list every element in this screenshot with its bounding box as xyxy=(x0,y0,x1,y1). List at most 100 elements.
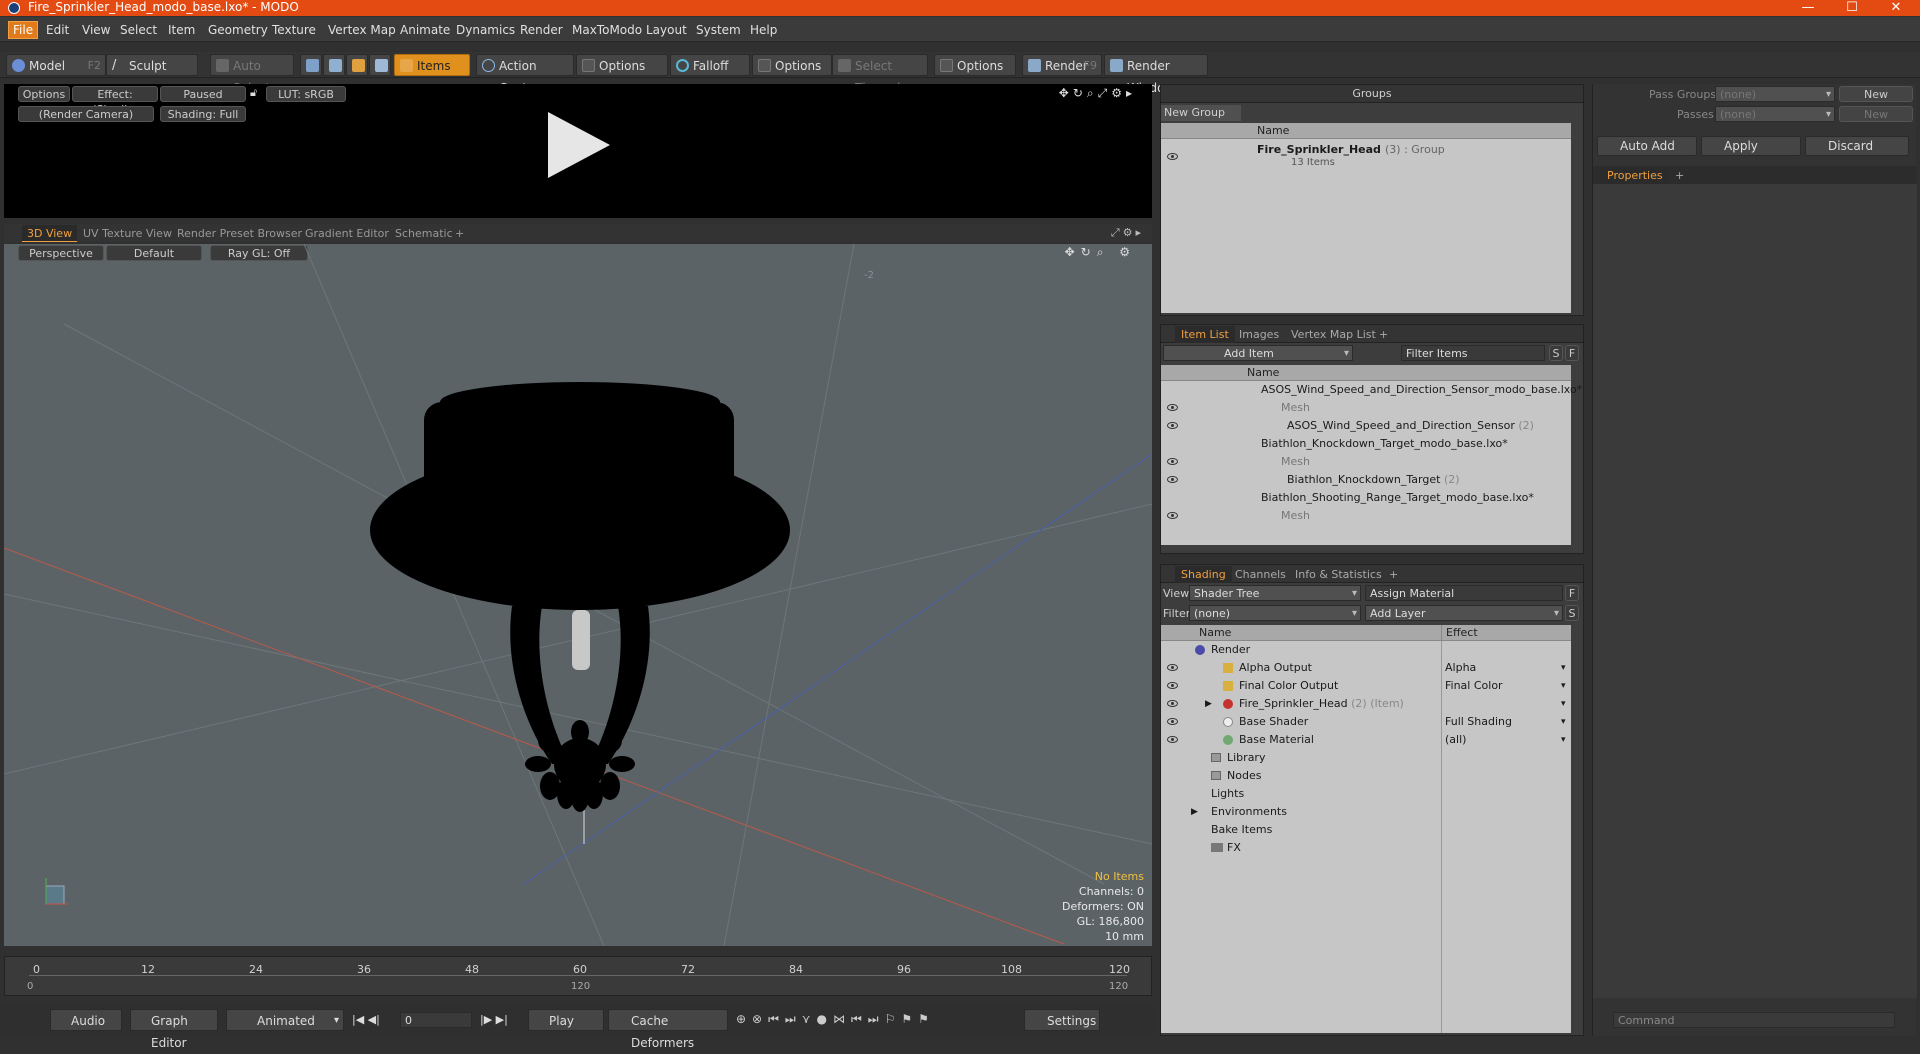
tab-properties[interactable]: Properties xyxy=(1601,167,1669,184)
list-item[interactable]: Biathlon_Shooting_Range_Target_modo_base… xyxy=(1161,489,1534,507)
vertices-mode-button[interactable] xyxy=(300,54,322,76)
list-item[interactable]: Mesh xyxy=(1161,453,1310,471)
f-button[interactable]: F xyxy=(1565,585,1579,601)
eye-icon[interactable] xyxy=(1167,664,1178,671)
lock-icon[interactable]: 🔓︎ xyxy=(250,86,262,100)
menu-view[interactable]: View xyxy=(78,21,114,39)
s-button[interactable]: S xyxy=(1565,605,1579,621)
select-through-button[interactable]: Select Through xyxy=(832,54,928,95)
eye-icon[interactable] xyxy=(1167,422,1178,429)
eye-icon[interactable] xyxy=(1167,404,1178,411)
menu-maxtomodo[interactable]: MaxToModo xyxy=(568,21,646,39)
view-dropdown[interactable]: Shader Tree xyxy=(1189,585,1361,601)
eye-icon[interactable] xyxy=(1167,682,1178,689)
materials-mode-button[interactable] xyxy=(369,54,391,76)
shader-effect[interactable]: Alpha xyxy=(1445,659,1476,677)
shader-row-library[interactable]: Library xyxy=(1161,749,1571,767)
shader-row-render[interactable]: Render xyxy=(1161,641,1571,659)
tab-images[interactable]: Images xyxy=(1233,326,1285,343)
tab-channels[interactable]: Channels xyxy=(1229,566,1292,583)
frame-input[interactable]: 0 xyxy=(400,1012,472,1028)
shader-row-nodes[interactable]: Nodes xyxy=(1161,767,1571,785)
menu-file[interactable]: File xyxy=(8,21,39,39)
menu-select[interactable]: Select xyxy=(116,21,161,39)
shader-row-lights[interactable]: Lights xyxy=(1161,785,1571,803)
action-center-button[interactable]: Action Center xyxy=(476,54,574,95)
list-item[interactable]: Biathlon_Knockdown_Target (2) xyxy=(1161,471,1460,489)
timeline[interactable]: 0 12 24 36 48 60 72 84 96 108 120 0 120 … xyxy=(4,956,1152,996)
audio-button[interactable]: Audio xyxy=(50,1009,122,1031)
s-button[interactable]: S xyxy=(1549,345,1563,361)
command-input[interactable]: Command xyxy=(1613,1012,1895,1028)
new-pass-group-button[interactable]: New xyxy=(1839,86,1913,102)
shader-row-fx[interactable]: FX xyxy=(1161,839,1571,857)
filter-dropdown[interactable]: (none) xyxy=(1189,605,1361,621)
add-item-dropdown[interactable]: Add Item xyxy=(1163,345,1353,361)
falloff-button[interactable]: Falloff xyxy=(670,54,750,76)
item-list[interactable]: Name ASOS_Wind_Speed_and_Direction_Senso… xyxy=(1161,365,1582,545)
shader-row-final-color-output[interactable]: Final Color Output Final Color ▾ xyxy=(1161,677,1571,695)
transport-next-icons[interactable]: |▶ ▶| xyxy=(480,1013,508,1026)
f-button[interactable]: F xyxy=(1565,345,1579,361)
shader-tree[interactable]: Name Effect Render Alpha Output Alpha ▾ … xyxy=(1161,625,1571,1033)
eye-icon[interactable] xyxy=(1167,476,1178,483)
groups-list[interactable]: Name Fire_Sprinkler_Head (3) : Group 13 … xyxy=(1161,123,1571,313)
eye-icon[interactable] xyxy=(1167,736,1178,743)
render-button[interactable]: Render F9 xyxy=(1022,54,1102,76)
menu-edit[interactable]: Edit xyxy=(42,21,73,39)
dropdown-arrow-icon[interactable]: ▾ xyxy=(1561,695,1566,713)
add-tab-button[interactable]: + xyxy=(1373,326,1394,343)
shader-row-alpha-output[interactable]: Alpha Output Alpha ▾ xyxy=(1161,659,1571,677)
play-preview-icon[interactable] xyxy=(544,110,614,180)
assign-material-button[interactable]: Assign Material xyxy=(1365,585,1563,601)
menu-texture[interactable]: Texture xyxy=(268,21,320,39)
tab-3d-view[interactable]: 3D View xyxy=(22,225,78,242)
menu-system[interactable]: System xyxy=(692,21,745,39)
tab-schematic[interactable]: Schematic xyxy=(390,225,458,242)
menu-item[interactable]: Item xyxy=(164,21,199,39)
expand-arrow-icon[interactable]: ▶ xyxy=(1205,695,1212,713)
tab-gradient-editor[interactable]: Gradient Editor xyxy=(300,225,394,242)
add-tab-button[interactable]: + xyxy=(1383,566,1404,583)
tab-item-list[interactable]: Item List xyxy=(1175,326,1235,343)
viewport-tab-controls-icon[interactable]: ⤢⚙▸ xyxy=(1111,226,1144,240)
auto-select-button[interactable]: Auto Select xyxy=(210,54,294,95)
menu-help[interactable]: Help xyxy=(746,21,781,39)
list-item[interactable]: Mesh xyxy=(1161,507,1310,525)
sculpt-mode-button[interactable]: / Sculpt xyxy=(106,54,198,76)
shader-effect[interactable]: Final Color xyxy=(1445,677,1503,695)
dropdown-arrow-icon[interactable]: ▾ xyxy=(1561,713,1566,731)
preview-effect-dropdown[interactable]: Effect: (Shadi... xyxy=(72,86,158,116)
falloff-options-button[interactable]: Options xyxy=(752,54,832,76)
dropdown-arrow-icon[interactable]: ▾ xyxy=(1561,677,1566,695)
eye-icon[interactable] xyxy=(1167,512,1178,519)
menu-layout[interactable]: Layout xyxy=(642,21,691,39)
eye-icon[interactable] xyxy=(1167,153,1178,160)
select-through-options-button[interactable]: Options xyxy=(934,54,1016,76)
preview-lut-dropdown[interactable]: LUT: sRGB xyxy=(266,86,346,102)
new-pass-button[interactable]: New xyxy=(1839,106,1913,122)
eye-icon[interactable] xyxy=(1167,458,1178,465)
menu-animate[interactable]: Animate xyxy=(396,21,454,39)
dropdown-arrow-icon[interactable]: ▾ xyxy=(1561,659,1566,677)
close-button[interactable]: ✕ xyxy=(1876,0,1916,16)
pass-groups-dropdown[interactable]: (none) xyxy=(1715,86,1835,102)
shader-row-base-shader[interactable]: Base Shader Full Shading ▾ xyxy=(1161,713,1571,731)
preview-view-controls-icon[interactable]: ✥↻⌕⤢⚙▸ xyxy=(1059,86,1136,101)
dropdown-arrow-icon[interactable]: ▾ xyxy=(1561,731,1566,749)
play-button[interactable]: Play xyxy=(528,1009,604,1031)
minimize-button[interactable]: — xyxy=(1788,0,1828,16)
list-item[interactable]: ASOS_Wind_Speed_and_Direction_Sensor (2) xyxy=(1161,417,1534,435)
shader-effect[interactable]: (all) xyxy=(1445,731,1466,749)
shader-row-fire-sprinkler-head[interactable]: ▶ Fire_Sprinkler_Head (2) (Item) ▾ xyxy=(1161,695,1571,713)
add-tab-button[interactable]: + xyxy=(1669,167,1690,184)
tab-shading[interactable]: Shading xyxy=(1175,566,1232,583)
add-layer-dropdown[interactable]: Add Layer xyxy=(1365,605,1563,621)
new-group-button[interactable]: New Group xyxy=(1161,105,1241,121)
list-item[interactable]: ASOS_Wind_Speed_and_Direction_Sensor_mod… xyxy=(1161,381,1582,399)
shader-row-base-material[interactable]: Base Material (all) ▾ xyxy=(1161,731,1571,749)
menu-render[interactable]: Render xyxy=(516,21,567,39)
expand-arrow-icon[interactable]: ▶ xyxy=(1191,803,1198,821)
eye-icon[interactable] xyxy=(1167,700,1178,707)
maximize-button[interactable]: ☐ xyxy=(1832,0,1872,16)
